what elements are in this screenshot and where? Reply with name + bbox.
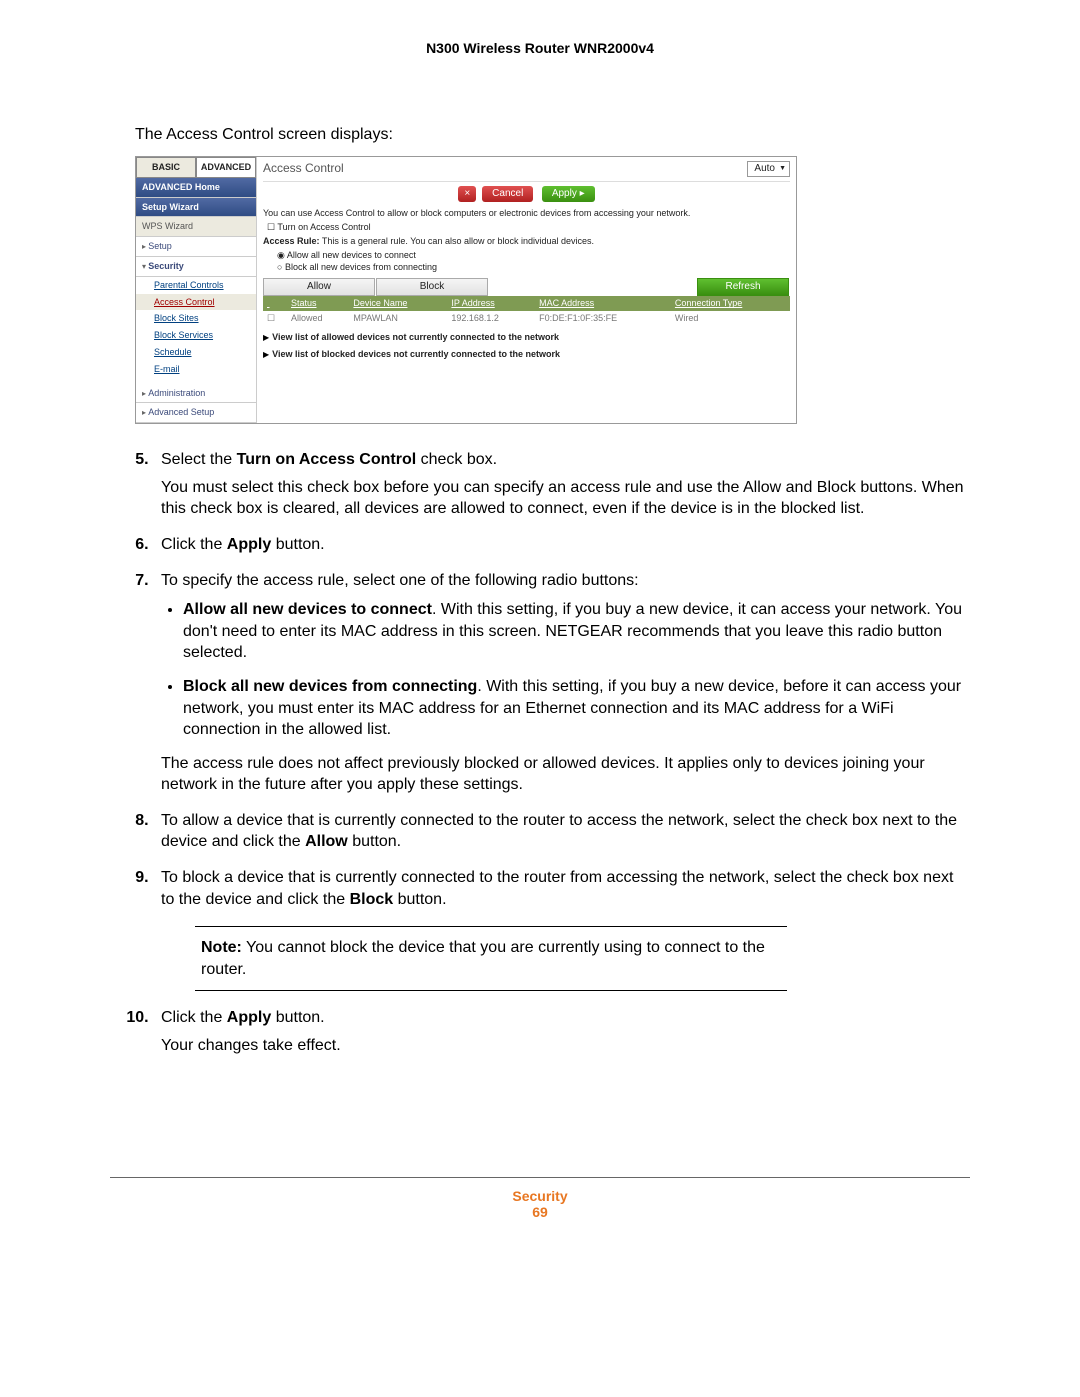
s7-bullet-allow: Allow all new devices to connect. With t… [183, 599, 970, 664]
s9-b: button. [393, 891, 446, 908]
cell-device: MPAWLAN [349, 311, 447, 326]
s10-prefix: Click the [161, 1009, 227, 1026]
note-box: Note: You cannot block the device that y… [195, 926, 787, 991]
rule-label: Access Rule: This is a general rule. You… [263, 236, 790, 247]
th-mac[interactable]: MAC Address [535, 296, 671, 311]
radio-block[interactable]: ○ Block all new devices from connecting [277, 262, 790, 273]
s8-b: button. [348, 833, 401, 850]
th-ip[interactable]: IP Address [447, 296, 535, 311]
s9-a: To block a device that is currently conn… [161, 869, 953, 908]
turn-on-label: Turn on Access Control [277, 222, 370, 232]
panel-title: Access Control [263, 161, 790, 175]
nav-advanced-setup-label: Advanced Setup [148, 407, 214, 417]
nav-administration[interactable]: ▸ Administration [136, 384, 256, 404]
s5-bold: Turn on Access Control [237, 451, 417, 468]
tab-basic[interactable]: BASIC [136, 157, 196, 178]
nav-setup-label: Setup [148, 241, 172, 251]
s7-b1-bold: Allow all new devices to connect [183, 601, 432, 618]
nav-adv-home[interactable]: ADVANCED Home [136, 178, 256, 198]
allow-button[interactable]: Allow [263, 278, 375, 296]
doc-header: N300 Wireless Router WNR2000v4 [110, 40, 970, 56]
row-checkbox[interactable]: ☐ [263, 311, 287, 326]
device-table: Status Device Name IP Address MAC Addres… [263, 296, 790, 326]
step-6: Click the Apply button. [153, 534, 970, 556]
nav-email[interactable]: E-mail [136, 361, 256, 378]
nav-setup[interactable]: ▸ Setup [136, 237, 256, 257]
s6-suffix: button. [271, 536, 324, 553]
cancel-button[interactable]: Cancel [482, 186, 533, 202]
s10-para: Your changes take effect. [161, 1035, 970, 1057]
nav-administration-label: Administration [148, 388, 205, 398]
nav-advanced-setup[interactable]: ▸ Advanced Setup [136, 403, 256, 423]
cell-ip: 192.168.1.2 [447, 311, 535, 326]
nav-block-services[interactable]: Block Services [136, 327, 256, 344]
step-5: Select the Turn on Access Control check … [153, 449, 970, 520]
rule-label-rest: This is a general rule. You can also all… [320, 236, 595, 246]
view-blocked-link[interactable]: ▶View list of blocked devices not curren… [263, 349, 790, 360]
step-7: To specify the access rule, select one o… [153, 570, 970, 796]
s10-bold: Apply [227, 1009, 271, 1026]
s7-line: To specify the access rule, select one o… [161, 572, 639, 589]
table-row: ☐ Allowed MPAWLAN 192.168.1.2 F0:DE:F1:0… [263, 311, 790, 326]
auto-dropdown[interactable]: Auto [747, 161, 790, 177]
th-conn[interactable]: Connection Type [671, 296, 790, 311]
s10-suffix: button. [271, 1009, 324, 1026]
nav-wps-wizard[interactable]: WPS Wizard [136, 217, 256, 237]
s8-a: To allow a device that is currently conn… [161, 812, 957, 851]
cell-status: Allowed [287, 311, 349, 326]
s5-para: You must select this check box before yo… [161, 477, 970, 520]
tab-advanced[interactable]: ADVANCED [196, 157, 256, 178]
radio-block-label: Block all new devices from connecting [285, 262, 437, 272]
intro-line: The Access Control screen displays: [135, 126, 970, 144]
nav-access-control[interactable]: Access Control [136, 294, 256, 311]
nav-security[interactable]: ▾ Security [136, 257, 256, 277]
view-blocked-label: View list of blocked devices not current… [272, 349, 560, 359]
cell-conn: Wired [671, 311, 790, 326]
s5-suffix: check box. [416, 451, 497, 468]
nav-setup-wizard[interactable]: Setup Wizard [136, 198, 256, 218]
th-status[interactable]: Status [287, 296, 349, 311]
triangle-icon: ▶ [263, 350, 269, 359]
page-footer: Security 69 [110, 1177, 970, 1220]
step-8: To allow a device that is currently conn… [153, 810, 970, 853]
note-rest: You cannot block the device that you are… [201, 939, 765, 978]
nav-schedule[interactable]: Schedule [136, 344, 256, 361]
s5-prefix: Select the [161, 451, 237, 468]
s6-bold: Apply [227, 536, 271, 553]
close-button[interactable]: × [458, 186, 476, 202]
apply-arrow-icon: ▸ [580, 188, 585, 199]
ss-sidebar: BASIC ADVANCED ADVANCED Home Setup Wizar… [136, 157, 257, 423]
cell-mac: F0:DE:F1:0F:35:FE [535, 311, 671, 326]
apply-button-label: Apply [552, 188, 577, 199]
step-10: Click the Apply button. Your changes tak… [153, 1007, 970, 1056]
s8-bold: Allow [305, 833, 348, 850]
s7-b2-bold: Block all new devices from connecting [183, 678, 477, 695]
footer-category: Security [110, 1188, 970, 1204]
note-bold: Note: [201, 939, 242, 956]
panel-desc: You can use Access Control to allow or b… [263, 208, 790, 219]
turn-on-checkbox[interactable]: ☐ Turn on Access Control [267, 222, 790, 233]
nav-parental[interactable]: Parental Controls [136, 277, 256, 294]
rule-label-bold: Access Rule: [263, 236, 320, 246]
router-screenshot: BASIC ADVANCED ADVANCED Home Setup Wizar… [135, 156, 797, 424]
radio-allow[interactable]: ◉ Allow all new devices to connect [277, 250, 790, 261]
block-button[interactable]: Block [376, 278, 488, 296]
apply-button[interactable]: Apply ▸ [542, 186, 595, 202]
view-allowed-label: View list of allowed devices not current… [272, 332, 559, 342]
s7-tail: The access rule does not affect previous… [161, 753, 970, 796]
nav-security-label: Security [148, 261, 184, 271]
th-device[interactable]: Device Name [349, 296, 447, 311]
s7-bullet-block: Block all new devices from connecting. W… [183, 676, 970, 741]
footer-page: 69 [110, 1204, 970, 1220]
s6-prefix: Click the [161, 536, 227, 553]
refresh-button[interactable]: Refresh [697, 278, 789, 296]
triangle-icon: ▶ [263, 333, 269, 342]
step-9: To block a device that is currently conn… [153, 867, 970, 991]
nav-block-sites[interactable]: Block Sites [136, 310, 256, 327]
radio-allow-label: Allow all new devices to connect [287, 250, 416, 260]
s9-bold: Block [350, 891, 394, 908]
steps-list: Select the Turn on Access Control check … [135, 449, 970, 1056]
view-allowed-link[interactable]: ▶View list of allowed devices not curren… [263, 332, 790, 343]
ss-main: Auto Access Control × Cancel Apply ▸ You … [257, 157, 796, 423]
